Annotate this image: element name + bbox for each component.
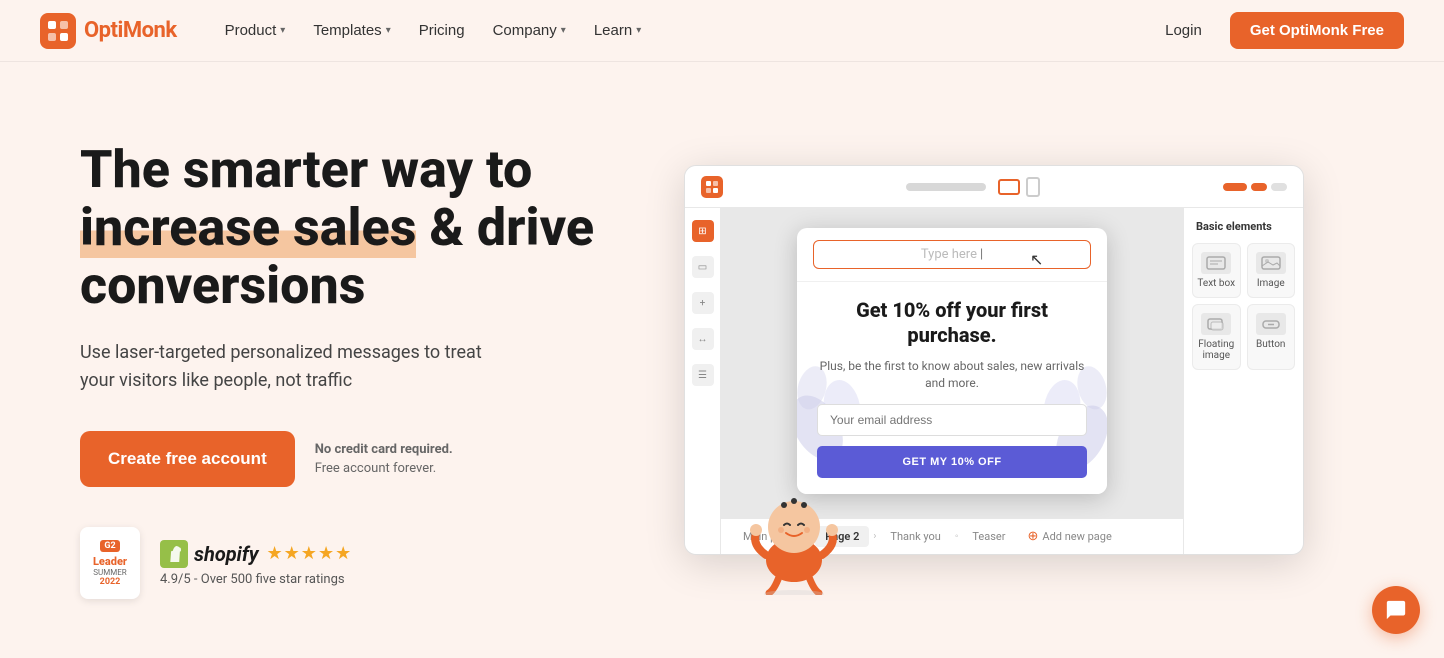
popup-subtext: Plus, be the first to know about sales, … (817, 358, 1087, 392)
add-page-tab[interactable]: ⊕ Add new page (1027, 529, 1111, 544)
popup-type-field[interactable]: Type here (813, 240, 1091, 269)
panel-element-image[interactable]: Image (1247, 243, 1296, 298)
nav-links: Product ▾ Templates ▾ Pricing Company ▾ … (213, 14, 1154, 47)
chevron-down-icon: ▾ (386, 25, 391, 36)
hero-subtitle: Use laser-targeted personalized messages… (80, 339, 520, 395)
editor-tool-display[interactable]: ▭ (692, 256, 714, 278)
editor-right-panel: Basic elements Text b (1183, 208, 1303, 554)
topbar-breadcrumb (906, 183, 986, 191)
nav-company[interactable]: Company ▾ (481, 14, 578, 47)
g2-badge: G2 Leader SUMMER 2022 (80, 527, 140, 599)
social-proof: G2 Leader SUMMER 2022 shopify ★★★★★ (80, 527, 600, 599)
popup-cta-button[interactable]: GET MY 10% OFF (817, 446, 1087, 478)
nav-pricing[interactable]: Pricing (407, 14, 477, 47)
hero-section: The smarter way to increase sales & driv… (0, 62, 1444, 658)
button-icon (1256, 313, 1286, 335)
create-free-account-button[interactable]: Create free account (80, 431, 295, 487)
panel-elements: Text box Image (1192, 243, 1295, 370)
mockup-container: ⊞ ▭ + ↔ ☰ Type here (684, 165, 1364, 585)
chat-icon (1385, 599, 1407, 621)
floating-image-label: Floating image (1197, 339, 1236, 361)
mobile-icon[interactable] (1026, 177, 1040, 197)
navbar: OptiMonk Product ▾ Templates ▾ Pricing C… (0, 0, 1444, 62)
panel-element-textbox[interactable]: Text box (1192, 243, 1241, 298)
topbar-center (906, 177, 1040, 197)
panel-element-button[interactable]: Button (1247, 304, 1296, 370)
image-icon (1256, 252, 1286, 274)
shopify-icon (160, 540, 188, 568)
topbar-dot-gray (1271, 183, 1287, 191)
button-label: Button (1256, 339, 1285, 350)
hero-cta-row: Create free account No credit card requi… (80, 431, 600, 487)
hero-left: The smarter way to increase sales & driv… (80, 141, 600, 599)
chevron-down-icon: ▾ (561, 25, 566, 36)
cta-note: No credit card required. Free account fo… (315, 440, 453, 479)
topbar-dot-orange (1223, 183, 1247, 191)
floating-image-icon (1201, 313, 1231, 335)
mascot-character (734, 465, 854, 595)
editor-tool-layout[interactable]: ⊞ (692, 220, 714, 242)
add-icon: ⊕ (1027, 529, 1038, 544)
editor-topbar (685, 166, 1303, 208)
nav-product[interactable]: Product ▾ (213, 14, 298, 47)
popup-modal: Type here ↖ (797, 228, 1107, 494)
popup-type-input-row: Type here ↖ (797, 228, 1107, 282)
get-optimonk-free-button[interactable]: Get OptiMonk Free (1230, 12, 1404, 49)
editor-tool-plus[interactable]: + (692, 292, 714, 314)
nav-actions: Login Get OptiMonk Free (1153, 12, 1404, 49)
popup-body: Get 10% off your first purchase. Plus, b… (797, 282, 1107, 494)
desktop-icon[interactable] (998, 179, 1020, 195)
hero-title: The smarter way to increase sales & driv… (80, 141, 600, 316)
editor-tool-arrows[interactable]: ↔ (692, 328, 714, 350)
page-tab-thankyou[interactable]: Thank you (880, 526, 950, 547)
chevron-down-icon: ▾ (636, 25, 641, 36)
chevron-down-icon: ▾ (280, 25, 285, 36)
page-tab-teaser[interactable]: Teaser (962, 526, 1015, 547)
hero-right: ⊞ ▭ + ↔ ☰ Type here (600, 155, 1364, 585)
logo-text: OptiMonk (84, 18, 177, 43)
editor-left-sidebar: ⊞ ▭ + ↔ ☰ (685, 208, 721, 554)
device-icons (998, 177, 1040, 197)
topbar-dots (1223, 183, 1287, 191)
textbox-label: Text box (1197, 278, 1235, 289)
shopify-logo: shopify (160, 540, 259, 568)
popup-headline: Get 10% off your first purchase. (817, 298, 1087, 348)
textbox-icon (1201, 252, 1231, 274)
shopify-rating: shopify ★★★★★ 4.9/5 - Over 500 five star… (160, 540, 352, 587)
star-rating: ★★★★★ (267, 543, 353, 564)
panel-title: Basic elements (1192, 220, 1295, 233)
rating-text: 4.9/5 - Over 500 five star ratings (160, 572, 352, 587)
topbar-dot-orange2 (1251, 183, 1267, 191)
panel-element-floating-image[interactable]: Floating image (1192, 304, 1241, 370)
nav-learn[interactable]: Learn ▾ (582, 14, 653, 47)
chat-bubble-button[interactable] (1372, 586, 1420, 634)
logo-link[interactable]: OptiMonk (40, 13, 177, 49)
editor-tool-layers[interactable]: ☰ (692, 364, 714, 386)
image-label: Image (1257, 278, 1285, 289)
login-button[interactable]: Login (1153, 14, 1214, 47)
nav-templates[interactable]: Templates ▾ (301, 14, 402, 47)
logo-icon (40, 13, 76, 49)
popup-email-input[interactable] (817, 404, 1087, 436)
editor-logo-icon (701, 176, 723, 198)
